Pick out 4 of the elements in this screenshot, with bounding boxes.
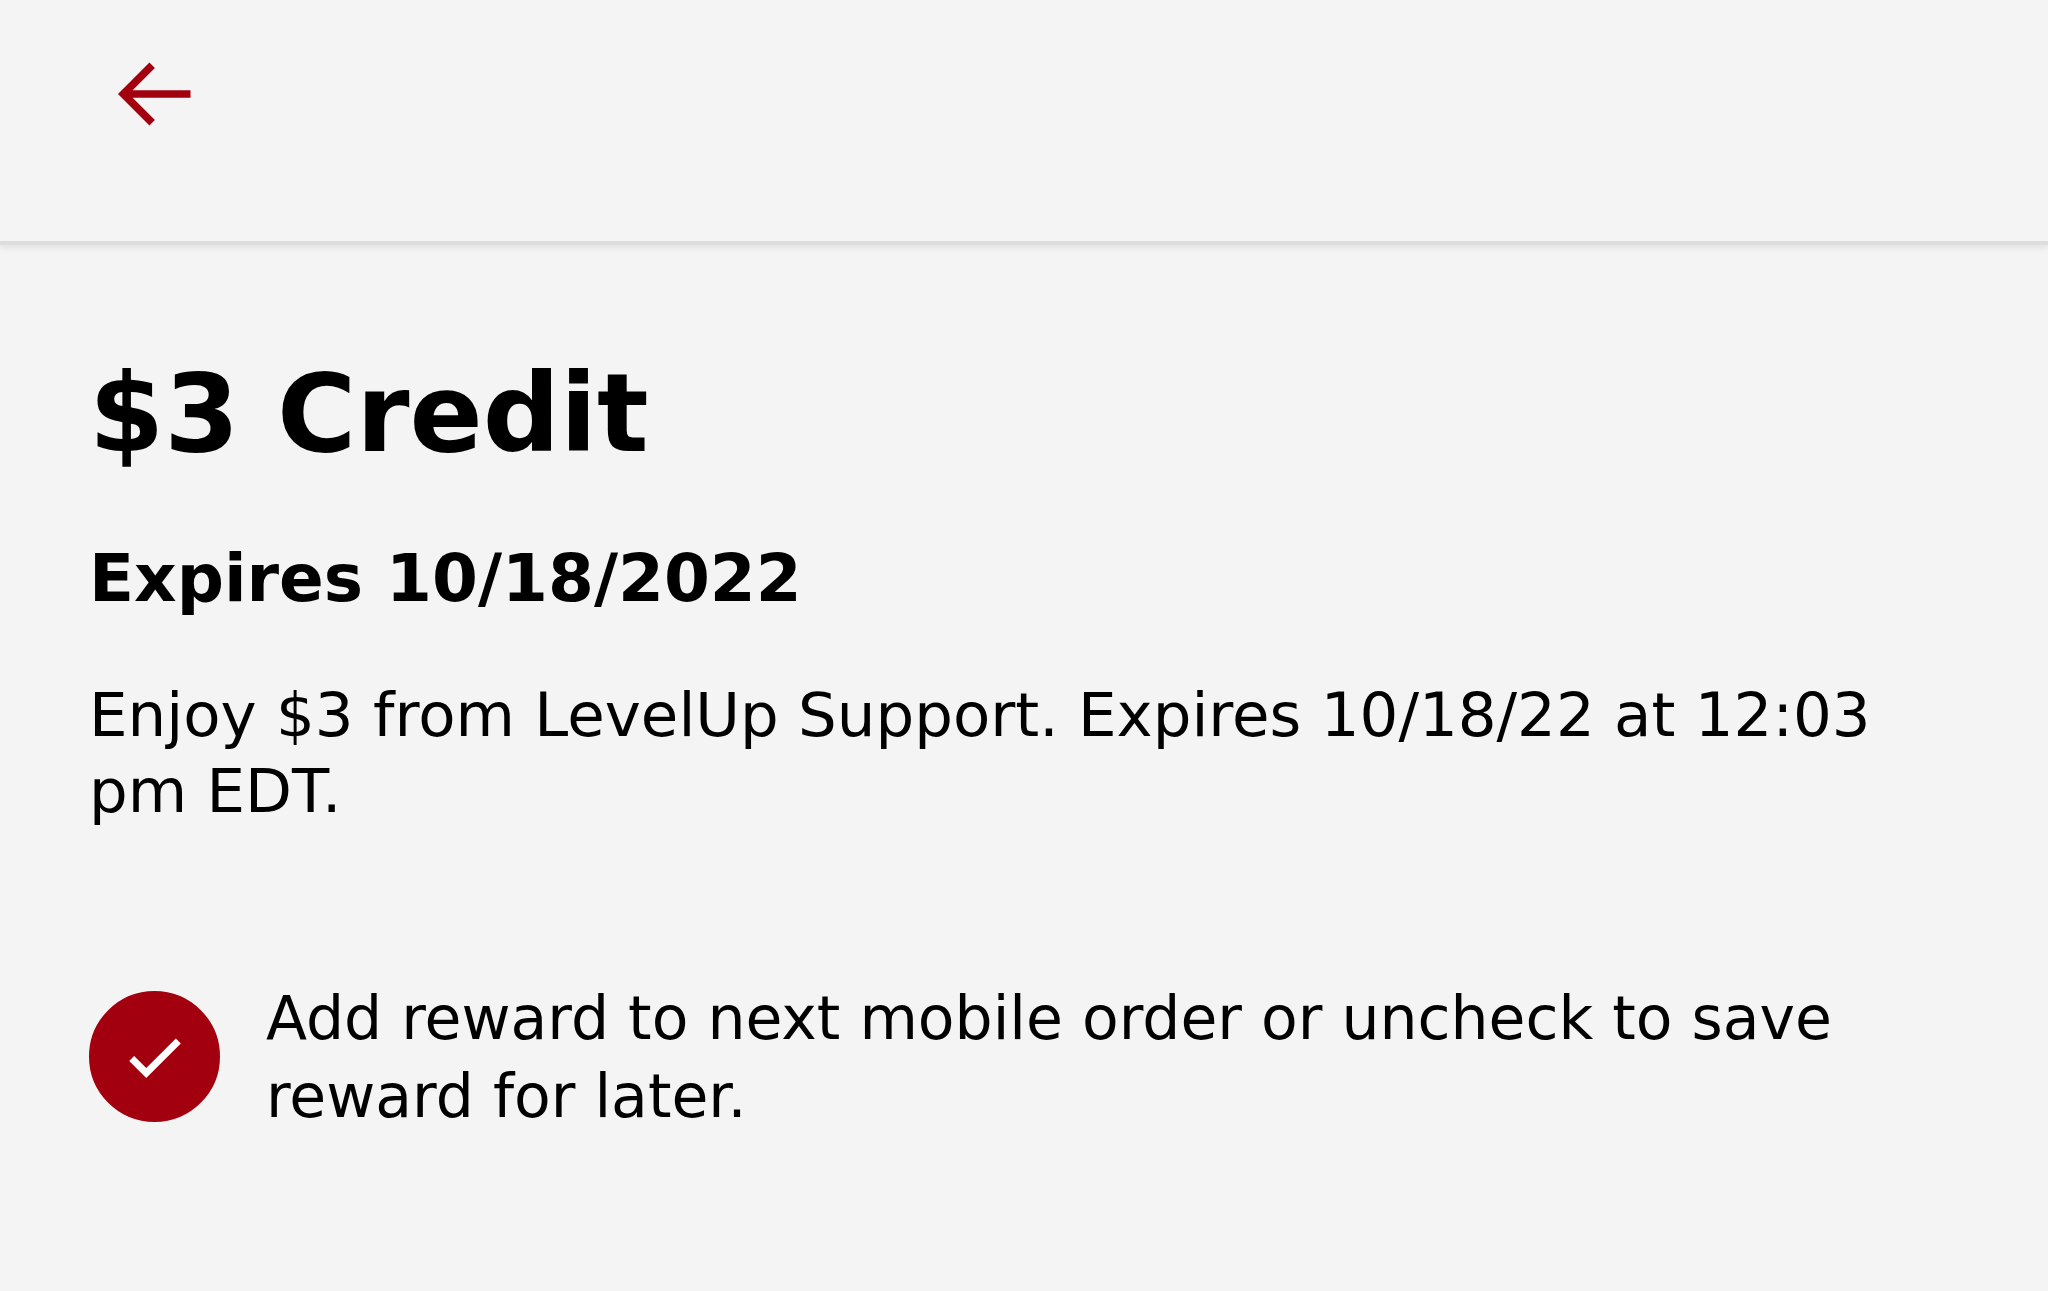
checkbox-label: Add reward to next mobile order or uncheck to save reward for later.	[266, 981, 1834, 1133]
reward-title: $3 Credit	[89, 355, 650, 474]
reward-description: Enjoy $3 from LevelUp Support. Expires 10/18/22 at 12:03 pm EDT.	[89, 677, 1872, 828]
expiry-date: Expires 10/18/2022	[89, 539, 803, 617]
